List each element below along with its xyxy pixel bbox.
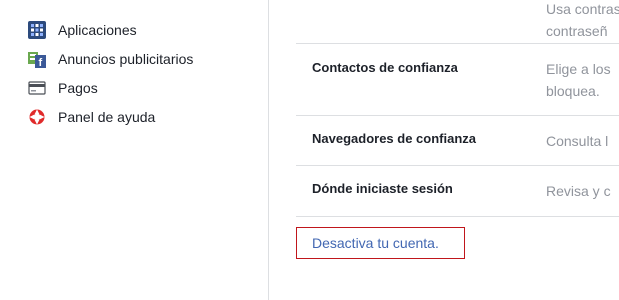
sidebar-item-apps[interactable]: Aplicaciones	[28, 20, 137, 40]
settings-row-trusted-contacts[interactable]: Contactos de confianza Elige a los bloqu…	[296, 44, 619, 116]
credit-card-icon	[28, 79, 46, 97]
sidebar-item-ads[interactable]: f Anuncios publicitarios	[28, 49, 193, 69]
settings-row-where-logged-in[interactable]: Dónde iniciaste sesión Revisa y c	[296, 166, 619, 217]
settings-row-partial[interactable]: Usa contrase contraseñ	[296, 0, 619, 44]
settings-row-title: Navegadores de confianza	[312, 131, 476, 146]
ads-icon: f	[28, 50, 46, 69]
lifebuoy-icon	[28, 108, 46, 126]
sidebar-item-label: Pagos	[58, 80, 98, 96]
apps-grid-icon	[28, 21, 46, 39]
sidebar-item-label: Aplicaciones	[58, 22, 137, 38]
sidebar-item-help[interactable]: Panel de ayuda	[28, 107, 155, 127]
settings-row-desc-2: contraseñ	[546, 23, 608, 39]
deactivate-account-link[interactable]: Desactiva tu cuenta.	[296, 227, 465, 259]
svg-text:f: f	[39, 57, 43, 68]
sidebar-item-label: Panel de ayuda	[58, 109, 156, 125]
settings-row-desc: Revisa y c	[546, 183, 611, 199]
settings-row-desc: Consulta l	[546, 133, 609, 149]
sidebar-item-payments[interactable]: Pagos	[28, 78, 98, 98]
settings-row-desc-2: bloquea.	[546, 83, 600, 99]
security-settings-panel: Usa contrase contraseñ Contactos de conf…	[269, 0, 619, 300]
sidebar: Aplicaciones f Anuncios publicitarios Pa…	[0, 0, 268, 300]
settings-row-desc: Usa contrase	[546, 1, 619, 17]
settings-row-title: Contactos de confianza	[312, 60, 458, 75]
settings-row-trusted-browsers[interactable]: Navegadores de confianza Consulta l	[296, 116, 619, 166]
settings-row-title: Dónde iniciaste sesión	[312, 181, 453, 196]
settings-row-desc: Elige a los	[546, 61, 611, 77]
sidebar-item-label: Anuncios publicitarios	[58, 51, 194, 67]
